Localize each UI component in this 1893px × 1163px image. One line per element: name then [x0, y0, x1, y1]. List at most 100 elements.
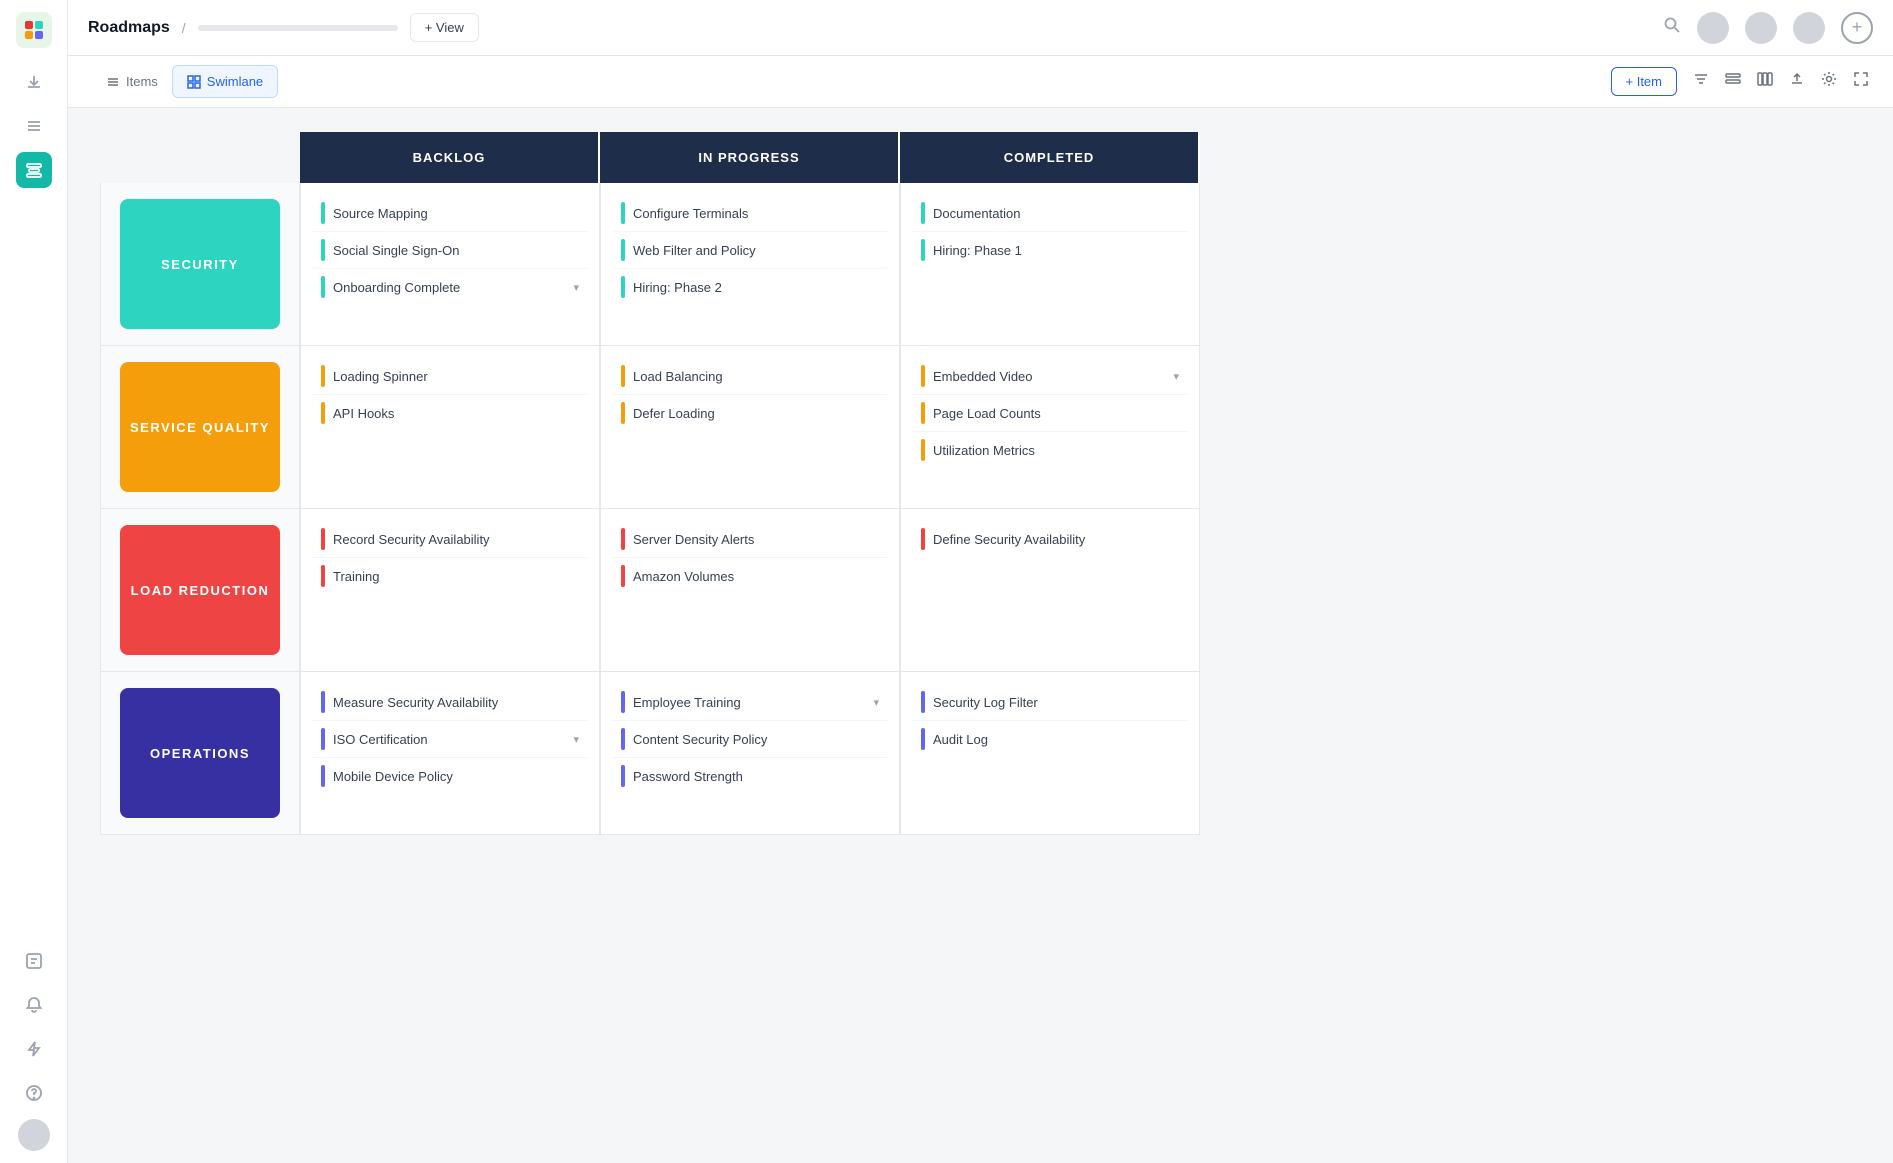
task-dot [621, 365, 625, 387]
swimlane-label-service-quality: SERVICE QUALITY [100, 346, 300, 509]
task-dot [321, 276, 325, 298]
task-item[interactable]: Define Security Availability [913, 521, 1187, 557]
task-item[interactable]: Hiring: Phase 2 [613, 269, 887, 305]
main-content: Roadmaps / + View + Items Swimlane [68, 0, 1893, 1163]
col-header-inprogress: IN PROGRESS [600, 132, 900, 183]
swimlane-label-load-reduction: LOAD REDUCTION [100, 509, 300, 672]
task-dot [921, 402, 925, 424]
task-dot [621, 691, 625, 713]
toolbar: Items Swimlane + Item [68, 56, 1893, 108]
sidebar-item-help[interactable] [16, 1075, 52, 1111]
task-dot [321, 728, 325, 750]
sidebar-item-list[interactable] [16, 108, 52, 144]
cell-loadreduction-completed: Define Security Availability [900, 509, 1200, 672]
avatar-2[interactable] [1745, 12, 1777, 44]
search-icon[interactable] [1663, 16, 1681, 39]
chevron-down-icon: ▾ [573, 281, 579, 294]
task-item[interactable]: Defer Loading [613, 395, 887, 431]
sidebar-item-contacts[interactable] [16, 943, 52, 979]
task-item[interactable]: Social Single Sign-On [313, 232, 587, 269]
fullscreen-icon[interactable] [1853, 71, 1869, 92]
task-item[interactable]: Documentation [913, 195, 1187, 232]
swimlane-box-operations: OPERATIONS [120, 688, 280, 818]
task-item[interactable]: API Hooks [313, 395, 587, 431]
task-item[interactable]: ISO Certification ▾ [313, 721, 587, 758]
task-dot [621, 202, 625, 224]
task-dot [621, 402, 625, 424]
sidebar-item-bell[interactable] [16, 987, 52, 1023]
task-dot [621, 528, 625, 550]
task-dot [321, 365, 325, 387]
task-item[interactable]: Record Security Availability [313, 521, 587, 558]
task-dot [921, 365, 925, 387]
task-dot [621, 765, 625, 787]
task-dot [921, 439, 925, 461]
task-item[interactable]: Audit Log [913, 721, 1187, 757]
cell-operations-completed: Security Log Filter Audit Log [900, 672, 1200, 835]
export-icon[interactable] [1789, 71, 1805, 92]
task-item[interactable]: Measure Security Availability [313, 684, 587, 721]
task-dot [321, 765, 325, 787]
task-item[interactable]: Web Filter and Policy [613, 232, 887, 269]
tab-swimlane[interactable]: Swimlane [172, 65, 278, 98]
task-dot [921, 728, 925, 750]
col-header-completed: COMPLETED [900, 132, 1200, 183]
view-button[interactable]: + View [410, 13, 479, 42]
task-dot [621, 276, 625, 298]
task-item[interactable]: Server Density Alerts [613, 521, 887, 558]
add-item-button[interactable]: + Item [1611, 67, 1678, 96]
group-icon[interactable] [1725, 71, 1741, 92]
cell-servicequality-completed: Embedded Video ▾ Page Load Counts Utiliz… [900, 346, 1200, 509]
cell-loadreduction-inprogress: Server Density Alerts Amazon Volumes [600, 509, 900, 672]
task-item[interactable]: Security Log Filter [913, 684, 1187, 721]
settings-icon[interactable] [1821, 71, 1837, 92]
task-dot [321, 691, 325, 713]
task-item[interactable]: Utilization Metrics [913, 432, 1187, 468]
task-item[interactable]: Configure Terminals [613, 195, 887, 232]
task-item[interactable]: Page Load Counts [913, 395, 1187, 432]
swimlane-label-operations: OPERATIONS [100, 672, 300, 835]
task-item[interactable]: Load Balancing [613, 358, 887, 395]
task-dot [921, 239, 925, 261]
task-dot [321, 402, 325, 424]
task-item[interactable]: Source Mapping [313, 195, 587, 232]
cell-servicequality-backlog: Loading Spinner API Hooks [300, 346, 600, 509]
swimlane-label-security: SECURITY [100, 183, 300, 346]
user-avatar[interactable] [18, 1119, 50, 1151]
task-item[interactable]: Employee Training ▾ [613, 684, 887, 721]
chevron-down-icon: ▾ [573, 733, 579, 746]
task-dot [621, 239, 625, 261]
task-dot [321, 239, 325, 261]
task-dot [321, 202, 325, 224]
avatar-1[interactable] [1697, 12, 1729, 44]
task-item[interactable]: Amazon Volumes [613, 558, 887, 594]
add-member-button[interactable]: + [1841, 12, 1873, 44]
sidebar [0, 0, 68, 1163]
cell-security-completed: Documentation Hiring: Phase 1 [900, 183, 1200, 346]
task-item[interactable]: Onboarding Complete ▾ [313, 269, 587, 305]
cell-loadreduction-backlog: Record Security Availability Training [300, 509, 600, 672]
tab-items[interactable]: Items [92, 66, 172, 97]
avatar-3[interactable] [1793, 12, 1825, 44]
task-dot [621, 565, 625, 587]
app-logo[interactable] [16, 12, 52, 48]
page-title: Roadmaps [88, 19, 170, 37]
topbar: Roadmaps / + View + [68, 0, 1893, 56]
cell-servicequality-inprogress: Load Balancing Defer Loading [600, 346, 900, 509]
sidebar-item-download[interactable] [16, 64, 52, 100]
task-item[interactable]: Password Strength [613, 758, 887, 794]
task-item[interactable]: Embedded Video ▾ [913, 358, 1187, 395]
chevron-down-icon: ▾ [1173, 370, 1179, 383]
task-item[interactable]: Mobile Device Policy [313, 758, 587, 794]
task-item[interactable]: Content Security Policy [613, 721, 887, 758]
task-item[interactable]: Loading Spinner [313, 358, 587, 395]
task-dot [921, 528, 925, 550]
task-item[interactable]: Hiring: Phase 1 [913, 232, 1187, 268]
task-item[interactable]: Training [313, 558, 587, 594]
filter-icon[interactable] [1693, 71, 1709, 92]
sidebar-item-bolt[interactable] [16, 1031, 52, 1067]
breadcrumb-sep: / [182, 20, 186, 36]
sidebar-item-roadmap[interactable] [16, 152, 52, 188]
columns-icon[interactable] [1757, 71, 1773, 92]
col-header-backlog: BACKLOG [300, 132, 600, 183]
